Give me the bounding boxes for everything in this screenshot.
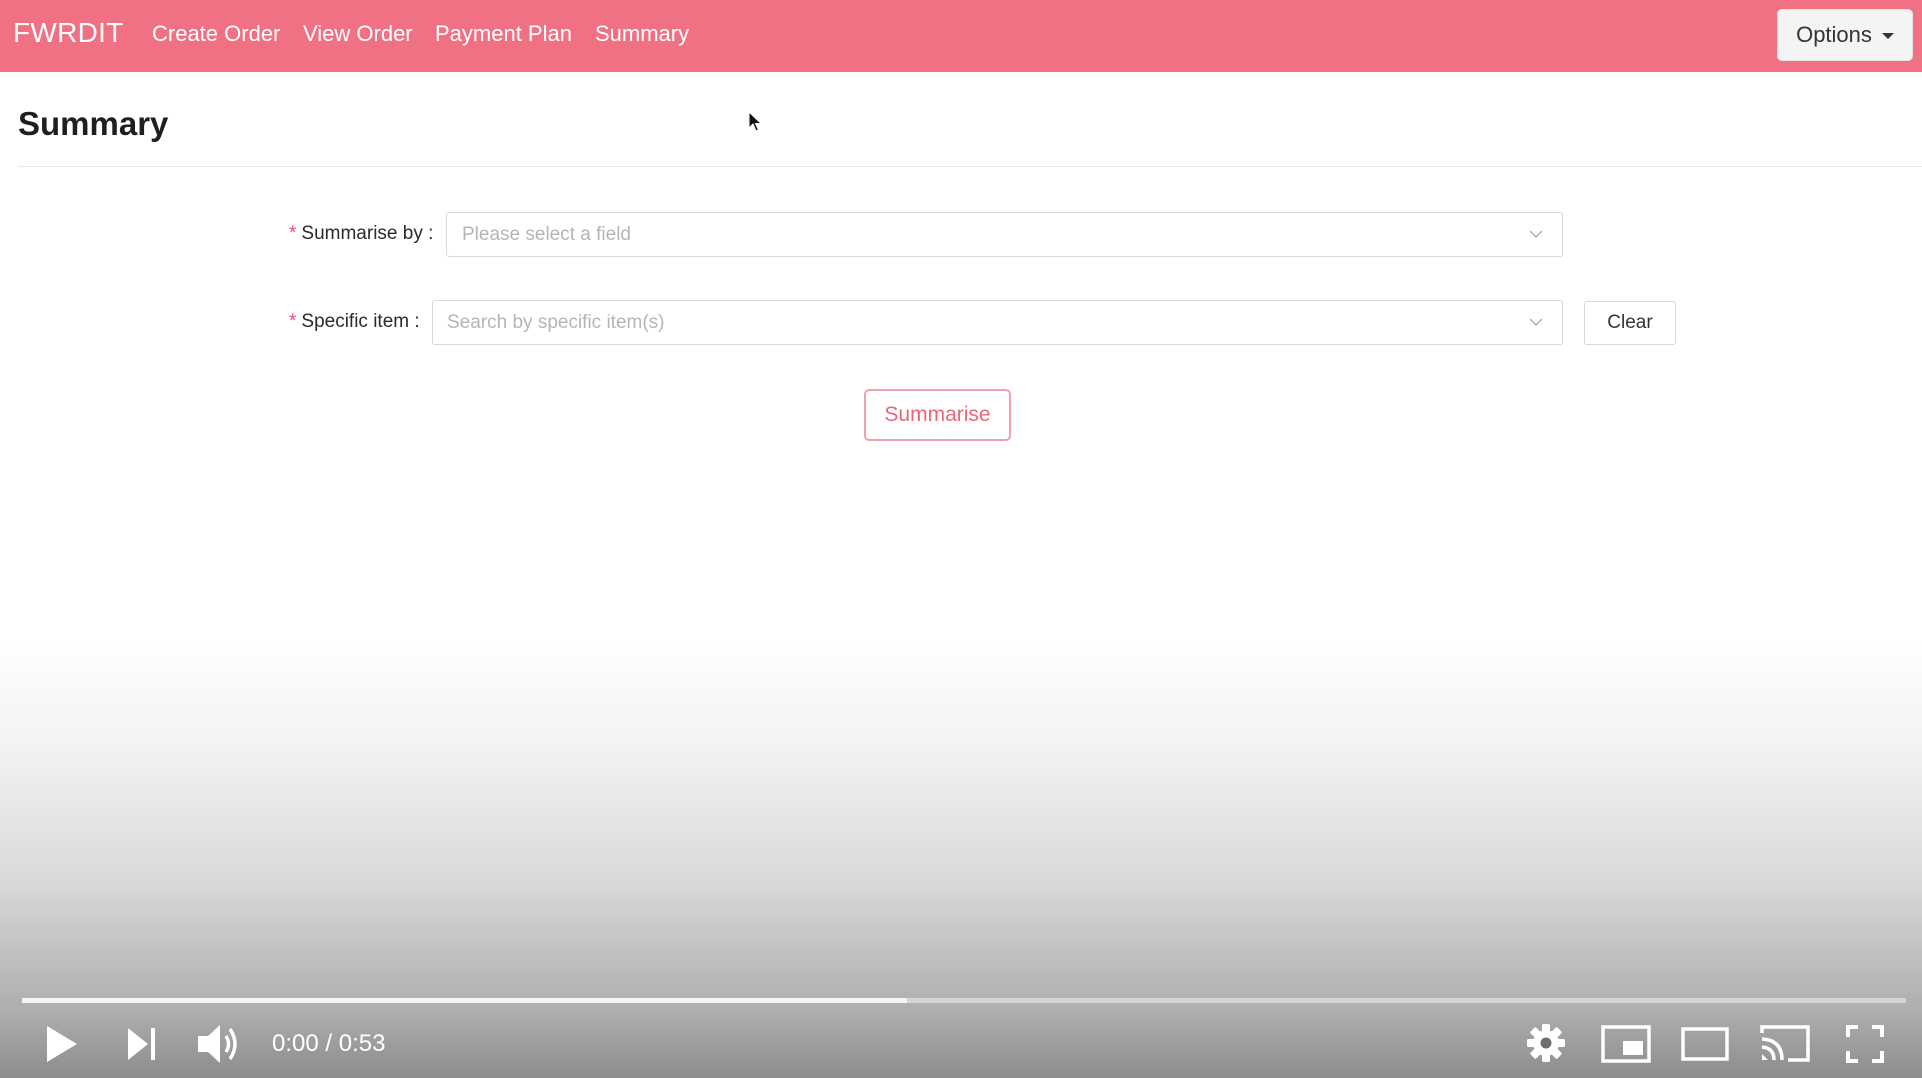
summarise-by-label-text: Summarise by : (301, 223, 434, 244)
specific-item-placeholder: Search by specific item(s) (447, 312, 665, 333)
clear-button[interactable]: Clear (1584, 301, 1676, 345)
summarise-by-label: * Summarise by : (289, 223, 433, 245)
next-icon[interactable] (126, 1025, 158, 1063)
chevron-down-icon (1529, 230, 1543, 239)
fullscreen-icon[interactable] (1846, 1025, 1884, 1063)
volume-icon[interactable] (196, 1021, 244, 1067)
top-navbar: FWRDIT Create Order View Order Payment P… (0, 0, 1922, 72)
options-label: Options (1796, 22, 1872, 47)
video-time-display: 0:00 / 0:53 (272, 1030, 386, 1057)
summarise-by-select[interactable]: Please select a field (446, 212, 1563, 257)
summarise-by-placeholder: Please select a field (462, 224, 631, 245)
header-divider (18, 166, 1922, 167)
screen: FWRDIT Create Order View Order Payment P… (0, 0, 1922, 1078)
options-dropdown-button[interactable]: Options (1777, 9, 1913, 61)
settings-icon[interactable] (1526, 1023, 1566, 1063)
summarise-button[interactable]: Summarise (864, 389, 1011, 441)
specific-item-label: * Specific item : (289, 311, 420, 333)
nav-view-order[interactable]: View Order (303, 21, 413, 47)
nav-summary[interactable]: Summary (595, 21, 689, 47)
required-marker: * (289, 311, 297, 332)
theater-mode-icon[interactable] (1681, 1027, 1729, 1061)
caret-down-icon (1881, 33, 1894, 39)
mouse-cursor-icon (748, 111, 762, 132)
chevron-down-icon (1529, 318, 1543, 327)
cast-icon[interactable] (1760, 1023, 1810, 1063)
play-icon[interactable] (44, 1024, 80, 1064)
page-title: Summary (18, 105, 169, 142)
video-progress-bar[interactable] (22, 998, 1906, 1003)
specific-item-select[interactable]: Search by specific item(s) (432, 300, 1563, 345)
video-controls-gradient (0, 640, 1922, 1078)
nav-payment-plan[interactable]: Payment Plan (435, 21, 572, 47)
required-marker: * (289, 223, 297, 244)
brand-logo[interactable]: FWRDIT (13, 17, 124, 49)
specific-item-label-text: Specific item : (301, 311, 420, 332)
miniplayer-icon[interactable] (1601, 1025, 1651, 1063)
nav-create-order[interactable]: Create Order (152, 21, 280, 47)
video-buffered-bar (22, 998, 908, 1003)
